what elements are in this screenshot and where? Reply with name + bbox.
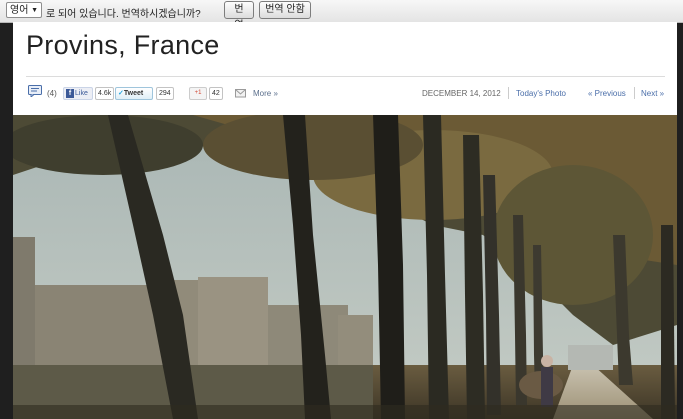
- comments-count[interactable]: (4): [47, 89, 57, 98]
- article-meta-bar: (4) f Like 4.6k ✓Tweet 294 +1 42 More » D…: [13, 84, 677, 106]
- article-date: DECEMBER 14, 2012: [422, 89, 501, 98]
- language-select[interactable]: 영어 ▼: [6, 2, 42, 18]
- next-link[interactable]: Next »: [641, 89, 664, 98]
- title-divider: [26, 76, 665, 77]
- chevron-down-icon: ▼: [31, 7, 38, 14]
- google-plus-count: 42: [209, 87, 223, 100]
- translate-button[interactable]: 번역: [224, 1, 254, 31]
- comment-icon[interactable]: [28, 85, 42, 97]
- article-photo: [13, 115, 677, 419]
- tweet-count: 294: [156, 87, 174, 100]
- google-plus-icon[interactable]: +1: [189, 87, 207, 100]
- facebook-like-label: Like: [75, 90, 88, 97]
- category-link[interactable]: Today's Photo: [516, 89, 566, 98]
- mail-icon[interactable]: [235, 88, 246, 98]
- meta-divider: [634, 87, 635, 99]
- page-title: Provins, France: [26, 30, 220, 60]
- translate-bar: 영어 ▼ 로 되어 있습니다. 번역하시겠습니까? 번역 번역 안함: [0, 0, 683, 31]
- more-share-link[interactable]: More »: [253, 89, 278, 98]
- language-select-value: 영어: [10, 5, 29, 16]
- facebook-like-count: 4.6k: [95, 87, 115, 100]
- article-page: Provins, France (4) f Like 4.6k ✓Tweet 29…: [13, 22, 677, 419]
- meta-divider: [508, 87, 509, 99]
- previous-link[interactable]: « Previous: [588, 89, 626, 98]
- facebook-like-button[interactable]: f Like: [63, 87, 93, 100]
- tweet-label: Tweet: [123, 90, 144, 97]
- translate-message: 로 되어 있습니다. 번역하시겠습니까?: [46, 9, 201, 20]
- tweet-button[interactable]: ✓Tweet: [115, 87, 153, 100]
- facebook-icon: f: [66, 88, 74, 98]
- no-translate-button[interactable]: 번역 안함: [259, 1, 311, 19]
